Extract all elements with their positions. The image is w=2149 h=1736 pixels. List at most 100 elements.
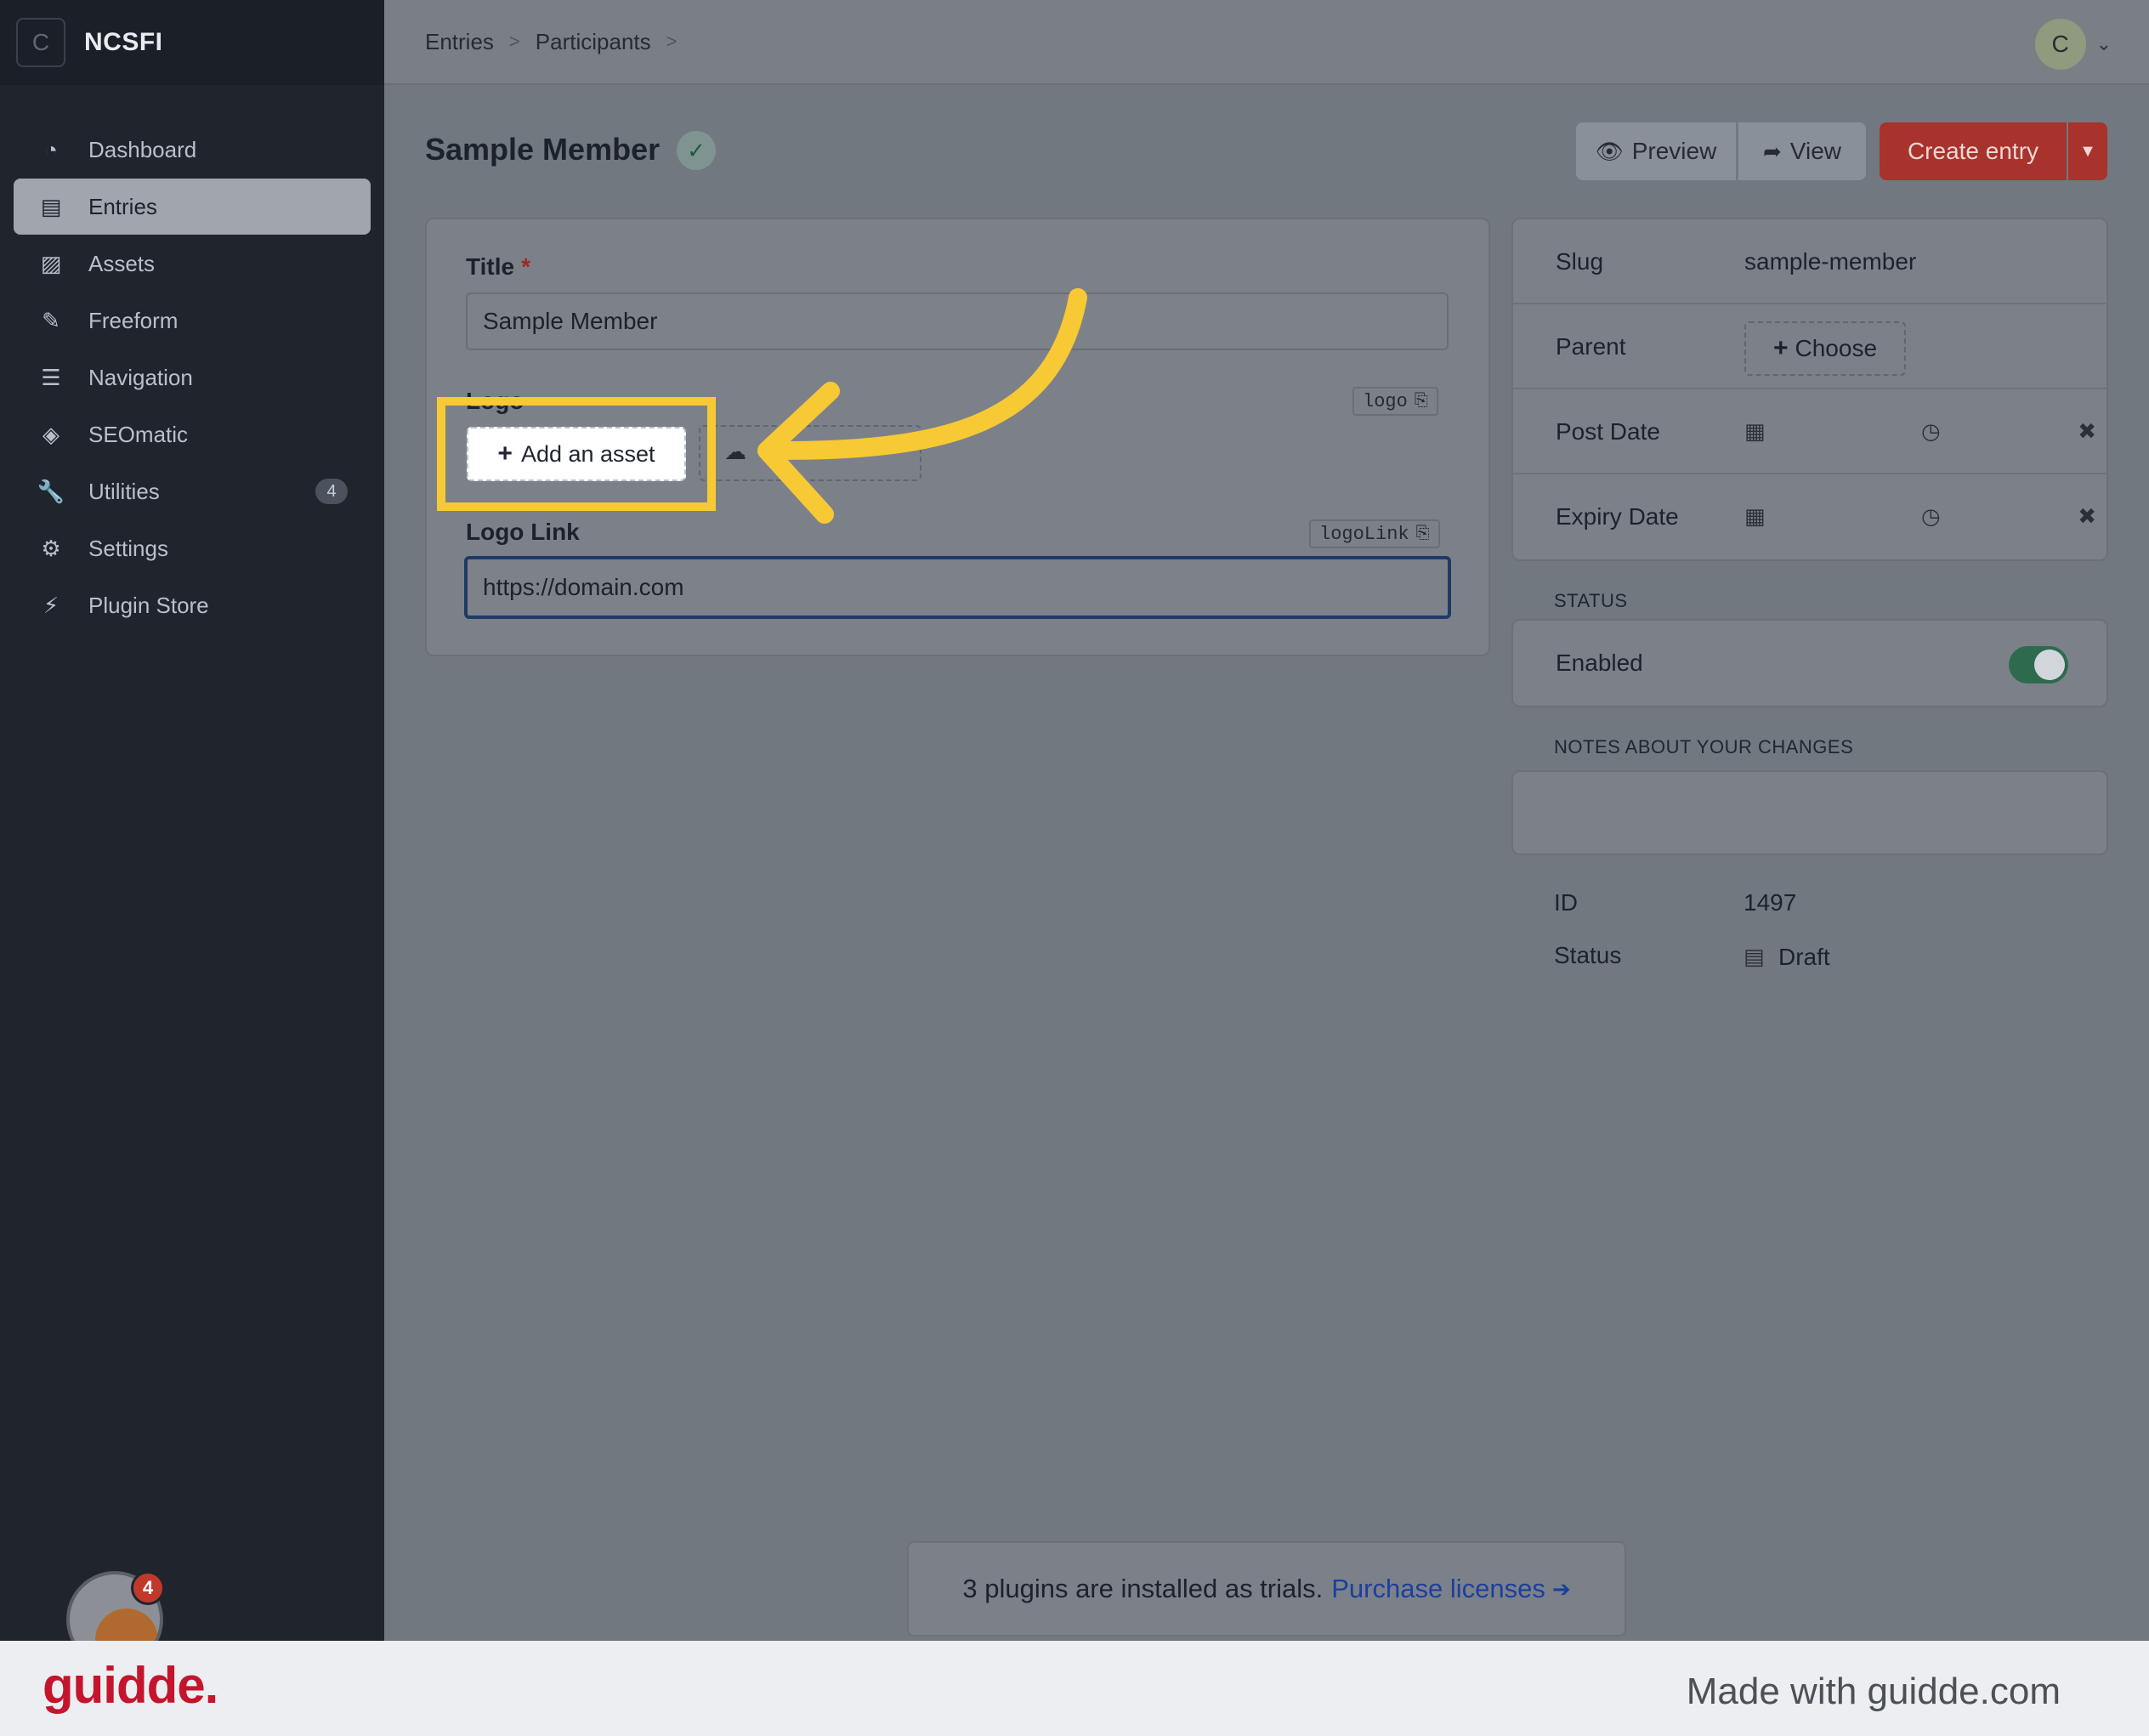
seomatic-icon: ◈ [43, 421, 60, 447]
entries-icon: ▤ [40, 193, 62, 219]
create-entry-button[interactable]: Create entry [1880, 122, 2067, 180]
freeform-icon: ✎ [42, 307, 60, 333]
sidebar-item-freeform[interactable]: ✎ Freeform [14, 292, 371, 349]
brand-header: C NCSFI [0, 0, 384, 85]
breadcrumb-participants[interactable]: Participants [536, 29, 651, 55]
status-label: Status [1554, 942, 1622, 968]
assets-icon: ▨ [40, 250, 62, 276]
logo-link-input[interactable]: https://domain.com [464, 556, 1451, 619]
dashboard-icon: ◔ [44, 136, 58, 162]
copy-icon: ⎘ [1414, 392, 1428, 411]
sidebar-item-dashboard[interactable]: ◔ Dashboard [14, 122, 371, 178]
add-asset-label: Add an asset [520, 440, 655, 467]
logo-handle-tag[interactable]: logo ⎘ [1352, 387, 1438, 416]
slug-label: Slug [1556, 248, 1604, 275]
sidebar-item-utilities[interactable]: 🔧 Utilities 4 [14, 463, 371, 519]
made-with-text: Made with guidde.com [1686, 1671, 2061, 1712]
cloud-upload-icon[interactable]: ☁ [724, 439, 746, 465]
sidebar-item-label: Freeform [88, 307, 179, 333]
choose-parent-button[interactable]: + Choose [1744, 321, 1906, 376]
slug-row: Slug sample-member [1513, 219, 2106, 304]
notes-heading: NOTES ABOUT YOUR CHANGES [1554, 736, 1854, 757]
sidebar-item-seomatic[interactable]: ◈ SEOmatic [14, 406, 371, 462]
share-arrow-icon: ➦ [1763, 138, 1782, 164]
sidebar-item-label: Dashboard [88, 136, 197, 162]
calendar-icon[interactable]: ▦ [1744, 503, 1766, 530]
breadcrumb-entries[interactable]: Entries [425, 29, 494, 55]
plus-icon: + [497, 440, 513, 468]
eye-icon: 👁 [1595, 138, 1624, 164]
calendar-icon[interactable]: ▦ [1744, 418, 1766, 445]
logo-link-handle: logoLink [1319, 523, 1409, 545]
chevron-right-icon: > [508, 31, 520, 52]
id-value: 1497 [1744, 889, 1797, 916]
status-card: Enabled [1511, 619, 2108, 707]
toggle-knob [2034, 650, 2065, 680]
post-date-label: Post Date [1556, 418, 1660, 445]
logo-link-handle-tag[interactable]: logoLink ⎘ [1309, 519, 1440, 548]
id-label: ID [1554, 889, 1578, 916]
slug-value[interactable]: sample-member [1744, 248, 1916, 275]
view-label: View [1789, 138, 1841, 164]
logo-handle: logo [1363, 390, 1408, 412]
clock-icon[interactable]: ◷ [1921, 503, 1941, 530]
view-button[interactable]: ➦ View [1738, 122, 1866, 180]
sidebar-item-navigation[interactable]: ☰ Navigation [14, 349, 371, 406]
chevron-down-icon[interactable]: ⌄ [2096, 33, 2112, 55]
preview-label: Preview [1631, 138, 1717, 164]
sidebar-item-settings[interactable]: ⚙ Settings [14, 520, 371, 576]
sidebar-item-label: Plugin Store [88, 592, 209, 618]
status-value: Draft [1778, 944, 1830, 970]
checkmark-icon: ✓ [677, 131, 716, 170]
sidebar-item-label: SEOmatic [88, 421, 189, 447]
expiry-date-row: Expiry Date ▦ ◷ ✖ [1513, 474, 2106, 559]
purchase-licenses-link[interactable]: Purchase licenses [1331, 1574, 1545, 1604]
enabled-toggle[interactable] [2009, 646, 2068, 684]
gear-icon: ⚙ [41, 535, 61, 561]
preview-button[interactable]: 👁 Preview [1576, 122, 1736, 180]
sidebar-item-label: Assets [88, 250, 156, 276]
status-heading: STATUS [1554, 590, 1628, 611]
sidebar-item-label: Settings [88, 535, 168, 561]
trial-notice-text: 3 plugins are installed as trials. [962, 1574, 1324, 1603]
page-title: Sample Member [425, 132, 661, 167]
guidde-logo: guidde. [43, 1657, 218, 1714]
sidebar-item-label: Entries [88, 193, 157, 219]
account-avatar[interactable]: C [2034, 19, 2086, 70]
required-icon: * [521, 253, 530, 280]
notes-textarea[interactable] [1511, 770, 2108, 855]
title-input[interactable]: Sample Member [466, 292, 1449, 350]
parent-label: Parent [1556, 333, 1626, 360]
logo-field-label: Logo [466, 388, 524, 414]
add-asset-button[interactable]: + Add an asset [467, 427, 686, 481]
clock-icon[interactable]: ◷ [1921, 418, 1941, 445]
sidebar-nav: ◔ Dashboard ▤ Entries ▨ Assets ✎ Freeform ☰ Navig… [14, 122, 371, 634]
sidebar: C NCSFI ◔ Dashboard ▤ Entries ▨ Assets ✎ Freefo… [0, 0, 384, 1668]
trial-notice: 3 plugins are installed as trials. Purch… [907, 1541, 1626, 1637]
title-field-label: Title * [466, 253, 530, 281]
sidebar-item-assets[interactable]: ▨ Assets [14, 235, 371, 292]
create-entry-menu-button[interactable]: ▼ [2068, 122, 2107, 180]
sidebar-item-entries[interactable]: ▤ Entries [14, 179, 371, 235]
expiry-date-label: Expiry Date [1556, 503, 1679, 530]
site-logo[interactable]: C [16, 18, 65, 67]
wrench-icon: 🔧 [37, 478, 65, 504]
plus-icon: + [1772, 334, 1789, 362]
clear-icon[interactable]: ✖ [2078, 418, 2096, 445]
draft-icon: ▤ [1744, 944, 1765, 969]
breadcrumb: Entries > Participants > [425, 29, 692, 55]
count-badge: 4 [315, 479, 348, 504]
navigation-icon: ☰ [41, 364, 61, 390]
sidebar-item-plugin-store[interactable]: ⚡ Plugin Store [14, 577, 371, 633]
chevron-right-icon: > [666, 31, 678, 52]
plug-icon: ⚡ [43, 592, 60, 618]
site-name[interactable]: NCSFI [84, 28, 163, 57]
arrow-circle-right-icon[interactable]: ➔ [1552, 1576, 1571, 1603]
notification-badge: 4 [131, 1571, 165, 1605]
choose-label: Choose [1795, 335, 1878, 361]
top-header: Entries > Participants > C ⌄ [384, 0, 2149, 85]
clear-icon[interactable]: ✖ [2078, 503, 2096, 530]
account-menu[interactable]: C ⌄ [2034, 19, 2112, 70]
post-date-row: Post Date ▦ ◷ ✖ [1513, 389, 2106, 474]
enabled-label: Enabled [1556, 650, 1643, 676]
